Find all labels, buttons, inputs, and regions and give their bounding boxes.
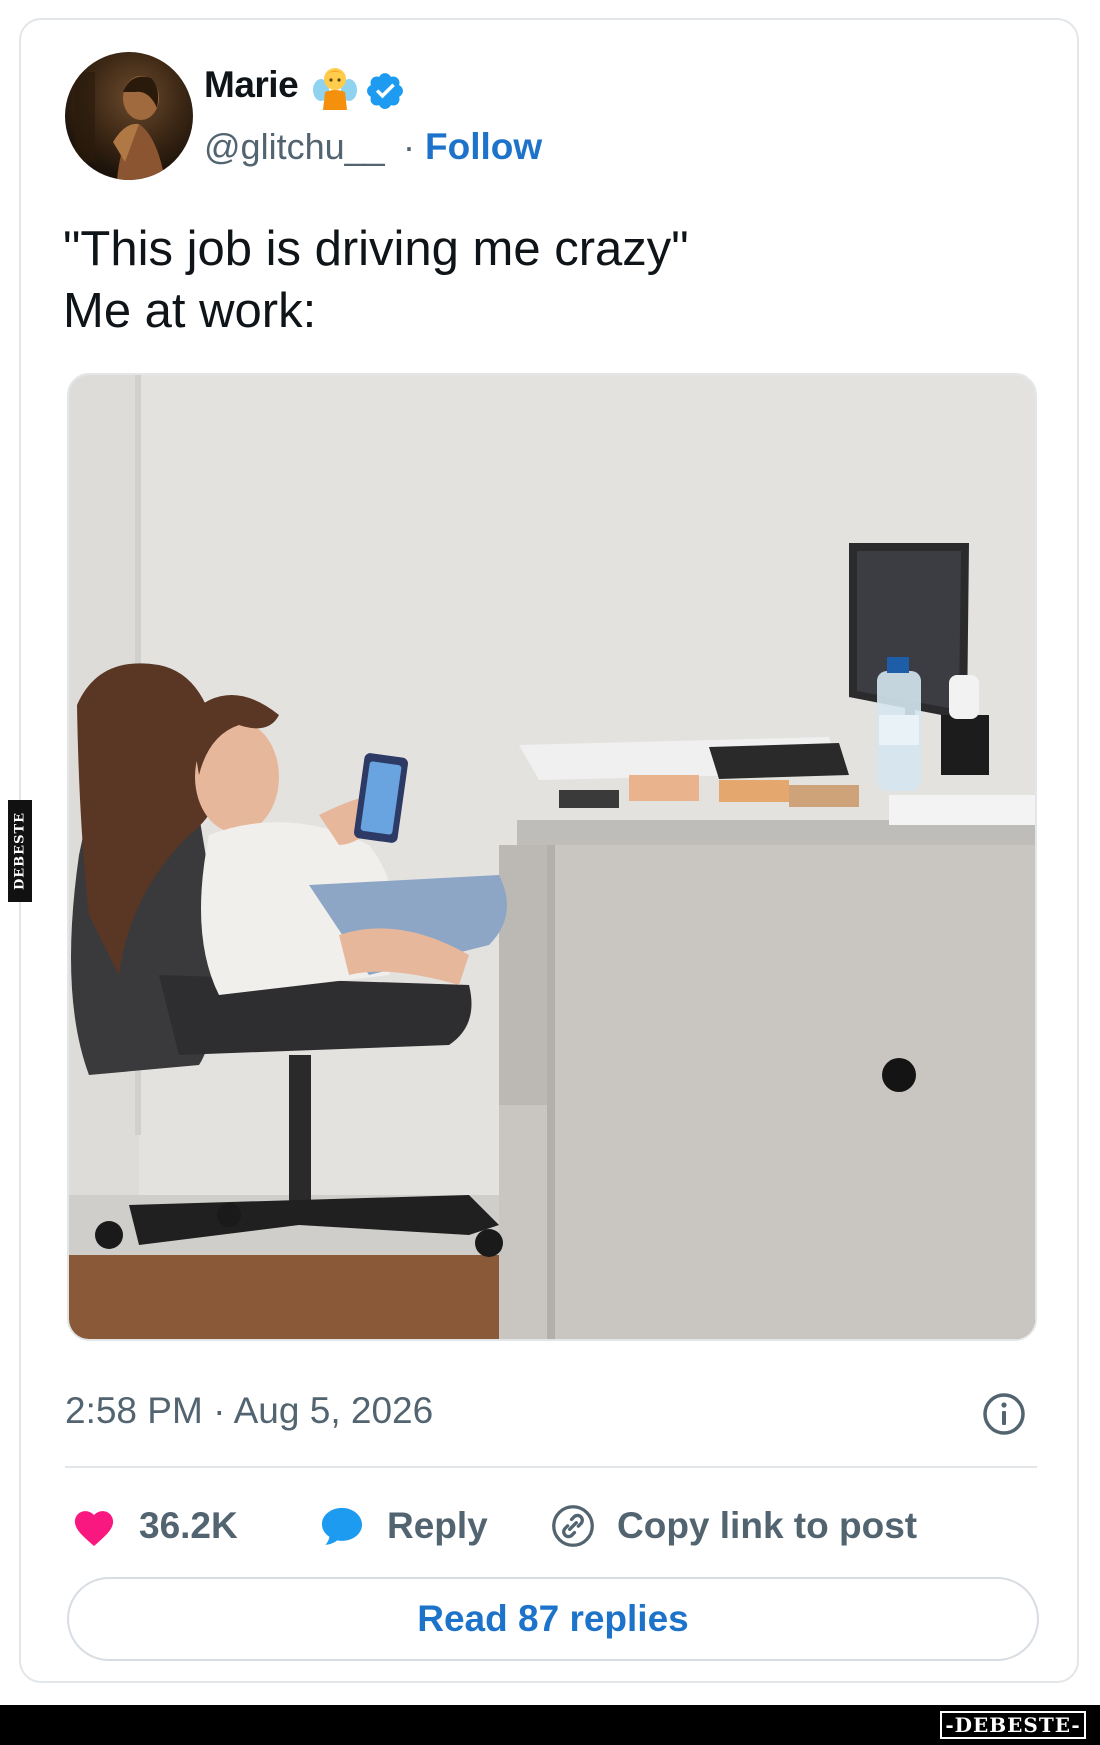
divider <box>65 1466 1037 1468</box>
tweet-timestamp[interactable]: 2:58 PM · Aug 5, 2026 <box>65 1390 433 1432</box>
avatar[interactable] <box>65 52 193 180</box>
fairy-emoji-icon <box>313 68 357 110</box>
heart-icon <box>74 1511 114 1547</box>
like-count: 36.2K <box>139 1505 238 1546</box>
like-button[interactable]: 36.2K <box>71 1498 238 1554</box>
reply-label: Reply <box>387 1505 488 1546</box>
brand-watermark: -DEBESTE- <box>940 1711 1086 1739</box>
verified-badge-icon <box>367 73 403 109</box>
tweet-text: "This job is driving me crazy" Me at wor… <box>63 222 689 338</box>
tweet-card: Marie @glitchu__ · Follow "This job is d… <box>19 18 1079 1683</box>
speech-bubble-icon <box>321 1507 363 1545</box>
info-icon[interactable] <box>981 1391 1027 1437</box>
side-watermark: DEBESTE <box>8 800 32 902</box>
handle-separator: · <box>403 126 415 167</box>
tweet-media[interactable] <box>67 373 1037 1341</box>
user-handle[interactable]: @glitchu__ <box>204 126 385 168</box>
link-icon <box>552 1505 594 1547</box>
office-photo <box>69 375 1035 1339</box>
copy-link-button[interactable]: Copy link to post <box>551 1498 917 1554</box>
display-name[interactable]: Marie <box>204 64 299 106</box>
follow-button[interactable]: Follow <box>425 126 542 168</box>
footer-bar <box>0 1705 1100 1745</box>
copy-link-label: Copy link to post <box>617 1505 918 1546</box>
read-replies-button[interactable]: Read 87 replies <box>67 1577 1039 1661</box>
reply-button[interactable]: Reply <box>319 1498 488 1554</box>
